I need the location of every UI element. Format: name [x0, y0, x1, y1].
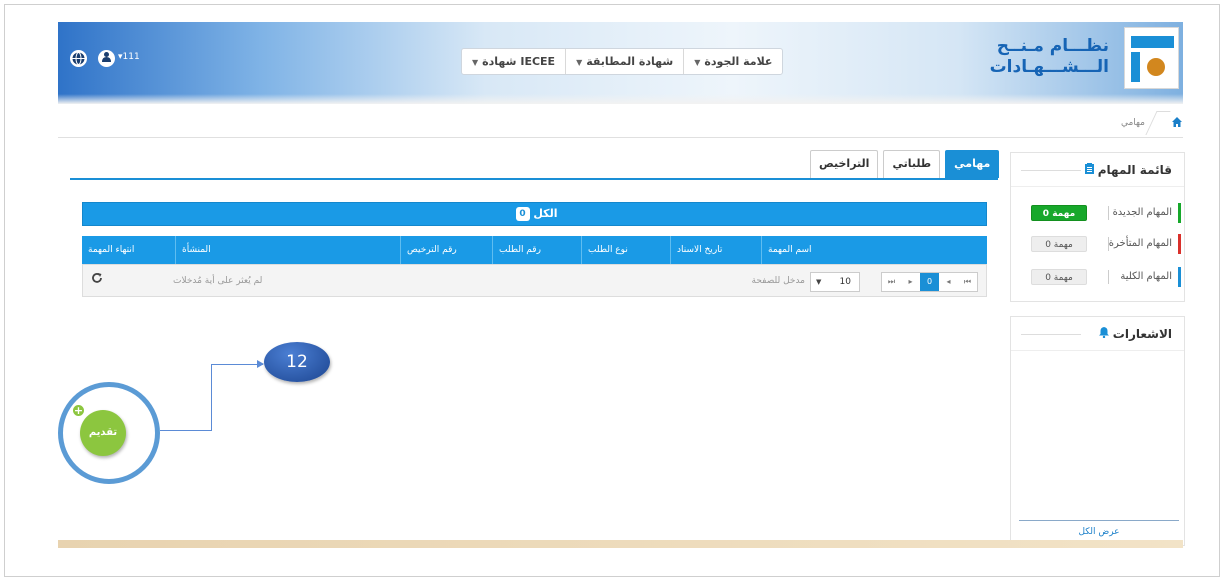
page-size-select[interactable]: 10 ▼ — [810, 272, 860, 292]
footer-bar — [58, 540, 1183, 548]
globe-icon[interactable] — [70, 50, 87, 67]
chevron-down-icon: ▼ — [576, 58, 583, 67]
all-count-badge: 0 — [515, 207, 530, 221]
brand-line-2: الـــشـــهـادات — [989, 57, 1109, 77]
nav-iecee-certificate[interactable]: ▼ شهادة IECEE — [462, 49, 565, 74]
chevron-down-icon: ▼ — [816, 278, 822, 286]
task-row-total[interactable]: المهام الكلية 0 مهمة — [1025, 267, 1181, 287]
connector-line — [160, 430, 212, 431]
column-facility[interactable]: المنشأة — [175, 236, 400, 264]
page-size-label: مدخل للصفحة — [751, 276, 806, 286]
plus-icon[interactable]: + — [71, 403, 86, 418]
column-task-name[interactable]: اسم المهمة — [761, 236, 987, 264]
breadcrumb-current[interactable]: مهامي — [1121, 118, 1145, 128]
next-page-icon[interactable]: ▸ — [901, 273, 920, 291]
bell-icon — [1098, 327, 1113, 341]
main-nav: ▼ علامة الجودة ▼ شهادة المطابقة ▼ شهادة IEC… — [461, 48, 784, 75]
user-icon[interactable] — [98, 50, 115, 67]
connector-line — [211, 364, 263, 365]
breadcrumb: مهامي — [58, 108, 1183, 138]
tab-underline — [70, 178, 998, 180]
last-page-icon[interactable]: ⏭ — [882, 273, 901, 291]
logo — [1124, 27, 1179, 89]
task-row-late[interactable]: المهام المتأخرة 0 مهمة — [1025, 234, 1181, 254]
tabs: مهامي طلباتي التراخيص — [805, 150, 1000, 178]
tab-my-tasks[interactable]: مهامي — [945, 150, 1000, 178]
clipboard-icon — [1084, 163, 1098, 177]
chevron-down-icon: ▼ — [694, 58, 701, 67]
column-assign-date[interactable]: تاريخ الاسناد — [670, 236, 761, 264]
notifications-panel-title: الاشعارات — [1112, 327, 1172, 341]
header: نظـــام مـنــح الـــشـــهـادات ▼ علامة ال… — [58, 22, 1183, 104]
column-task-end[interactable]: انتهاء المهمة — [82, 236, 175, 264]
column-request-type[interactable]: نوع الطلب — [581, 236, 670, 264]
step-callout: 12 — [264, 342, 330, 382]
tab-my-requests[interactable]: طلباتي — [883, 150, 941, 178]
submit-button[interactable]: تقديم — [80, 410, 126, 456]
task-badge: 0 مهمة — [1031, 205, 1087, 221]
task-row-new[interactable]: المهام الجديدة 0 مهمة — [1025, 203, 1181, 223]
nav-quality-mark[interactable]: ▼ علامة الجودة — [683, 49, 782, 74]
notifications-panel: الاشعارات عرض الكل — [1010, 316, 1185, 546]
brand-title: نظـــام مـنــح الـــشـــهـادات — [989, 36, 1109, 78]
first-page-icon[interactable]: ⏮ — [958, 273, 977, 291]
pager: ⏮ ◂ 0 ▸ ⏭ 10 ▼ مدخل للصفحة لم يُعثر على … — [82, 264, 987, 297]
tasks-panel-title: قائمة المهام — [1097, 163, 1172, 177]
tasks-panel-header: قائمة المهام — [1011, 153, 1184, 187]
refresh-icon[interactable] — [91, 272, 103, 288]
view-all-link[interactable]: عرض الكل — [1019, 520, 1179, 537]
column-request-number[interactable]: رقم الطلب — [492, 236, 581, 264]
current-page[interactable]: 0 — [920, 273, 939, 291]
task-badge: 0 مهمة — [1031, 269, 1087, 285]
arrow-icon — [257, 360, 264, 368]
user-menu[interactable]: ▾111 — [118, 52, 140, 62]
brand-line-1: نظـــام مـنــح — [996, 36, 1109, 56]
chevron-down-icon: ▼ — [472, 58, 479, 67]
prev-page-icon[interactable]: ◂ — [939, 273, 958, 291]
tab-licenses[interactable]: التراخيص — [810, 150, 879, 178]
all-filter-bar[interactable]: 0 الكل — [82, 202, 987, 226]
home-icon[interactable] — [1171, 116, 1183, 131]
connector-line — [211, 364, 212, 431]
empty-message: لم يُعثر على أية مُدخلات — [173, 276, 263, 286]
task-badge: 0 مهمة — [1031, 236, 1087, 252]
all-filter-label: الكل — [533, 207, 558, 220]
column-license-number[interactable]: رقم الترخيص — [400, 236, 492, 264]
nav-conformity-certificate[interactable]: ▼ شهادة المطابقة — [565, 49, 683, 74]
pagination: ⏮ ◂ 0 ▸ ⏭ — [881, 272, 978, 292]
notifications-panel-header: الاشعارات — [1011, 317, 1184, 351]
tasks-panel: قائمة المهام المهام الجديدة 0 مهمة المها… — [1010, 152, 1185, 302]
table-header: اسم المهمة تاريخ الاسناد نوع الطلب رقم ا… — [82, 236, 987, 264]
